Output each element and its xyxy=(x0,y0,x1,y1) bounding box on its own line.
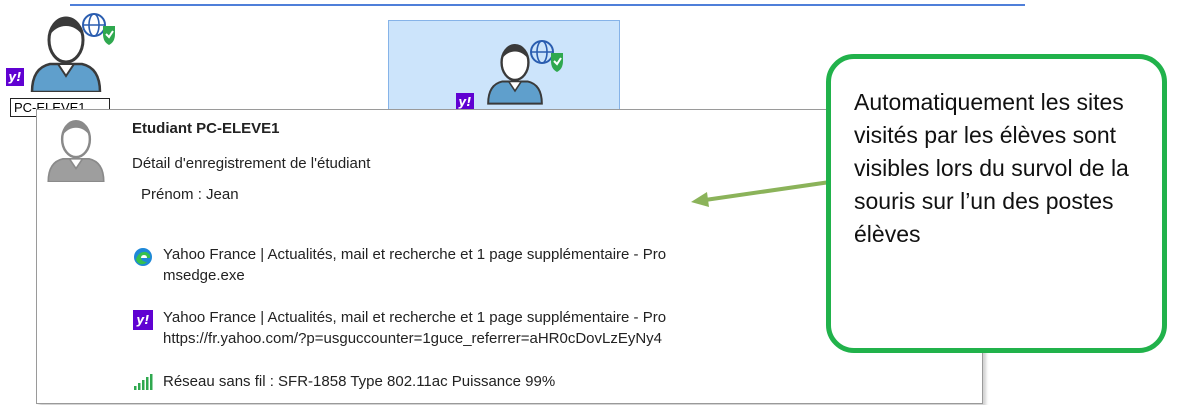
student-avatar-icon xyxy=(47,120,105,182)
student-first-name: Prénom : Jean xyxy=(141,186,239,203)
annotation-callout: Automatiquement les sites visités par le… xyxy=(826,54,1167,353)
pointer-arrow xyxy=(691,180,831,207)
globe-shield-icon xyxy=(530,40,563,72)
globe-shield-icon xyxy=(82,13,115,45)
site-entry-url: https://fr.yahoo.com/?p=usguccounter=1gu… xyxy=(163,330,663,347)
machine-selected[interactable]: y! xyxy=(388,20,620,120)
site-entry-process: msedge.exe xyxy=(163,267,245,284)
machine-pc-eleve1[interactable]: y! PC-ELEVE1 xyxy=(0,0,125,120)
yahoo-icon: y! xyxy=(133,310,153,330)
top-divider xyxy=(70,4,1025,6)
tooltip-title: Etudiant PC-ELEVE1 xyxy=(132,120,280,137)
network-info: Réseau sans fil : SFR-1858 Type 802.11ac… xyxy=(163,373,556,390)
tooltip-subtitle: Détail d'enregistrement de l'étudiant xyxy=(132,155,371,172)
callout-text: Automatiquement les sites visités par le… xyxy=(854,89,1129,247)
edge-icon xyxy=(134,248,152,266)
wifi-signal-icon xyxy=(134,374,153,390)
site-entry-title: Yahoo France | Actualités, mail et reche… xyxy=(163,246,667,263)
yahoo-badge-icon: y! xyxy=(6,68,24,86)
site-entry-title: Yahoo France | Actualités, mail et reche… xyxy=(163,309,667,326)
